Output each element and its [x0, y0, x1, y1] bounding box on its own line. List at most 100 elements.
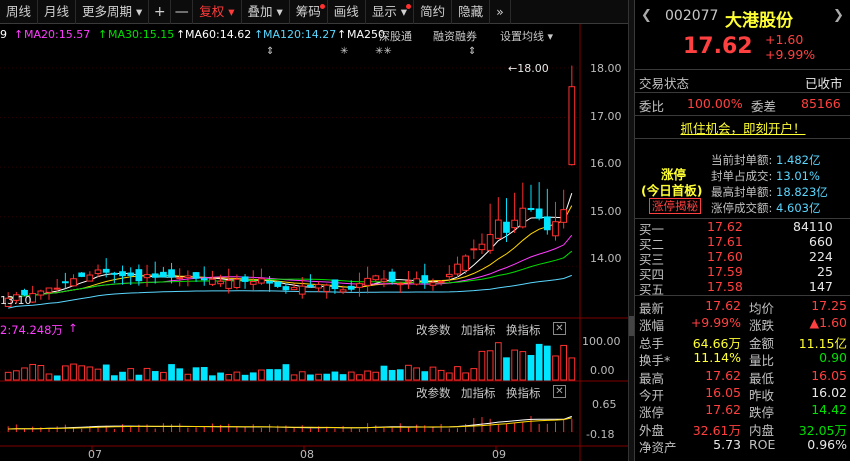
open-account-ad[interactable]: 抓住机会，即刻开户！ — [635, 118, 850, 137]
macd-close-icon[interactable]: ✕ — [553, 385, 566, 398]
stat-value: 17.62 — [705, 402, 741, 418]
candle-body — [560, 209, 568, 223]
candle-body — [217, 280, 224, 285]
price-change-pct: +9.99% — [765, 47, 816, 62]
price-axis-label: 16.00 — [590, 157, 622, 170]
price-summary: 17.62 +1.60 +9.99% — [635, 32, 850, 64]
next-stock-icon[interactable]: ❯ — [833, 8, 844, 23]
current-price: 17.62 — [683, 34, 753, 59]
volume-ma-label: 2:74.248万 — [0, 323, 63, 337]
volume-bar — [12, 370, 20, 381]
volume-bar — [445, 372, 453, 381]
macd-add-indicator-button[interactable]: 加指标 — [461, 385, 496, 401]
event-marker-icon[interactable]: ✳ — [340, 46, 348, 57]
candle-body — [258, 278, 265, 284]
candle-body — [127, 272, 135, 276]
candle-body — [462, 255, 469, 271]
candle-body — [37, 290, 45, 296]
bid-row[interactable]: 买一 17.62 84110 — [635, 219, 850, 237]
candle-body — [339, 289, 347, 293]
candle-body — [429, 282, 437, 286]
limit-up-details: 当前封单额: 1.482亿 封单占成交: 13.01% 最高封单额: 18.82… — [711, 153, 828, 215]
event-marker-icon[interactable]: ✳✳ — [375, 46, 392, 57]
macd-switch-indicator-button[interactable]: 换指标 — [506, 385, 541, 401]
bid-row[interactable]: 买三 17.60 224 — [635, 249, 850, 267]
candle-body — [511, 219, 519, 229]
limit-up-reveal-button[interactable]: 涨停揭秘 — [649, 198, 701, 214]
stat-label: 内盘 — [749, 422, 775, 438]
candle-body — [494, 219, 502, 239]
volume-change-params-button[interactable]: 改参数 — [416, 322, 451, 338]
volume-switch-indicator-button[interactable]: 换指标 — [506, 322, 541, 338]
candle-body — [413, 278, 420, 285]
candle-body — [70, 278, 77, 287]
volume-bar — [127, 368, 135, 381]
order-ratio-value: 100.00% — [687, 96, 743, 111]
volume-bar — [233, 371, 241, 381]
stat-value: 17.62 — [705, 298, 741, 313]
candle-body — [568, 86, 576, 166]
macd-change-params-button[interactable]: 改参数 — [416, 385, 451, 401]
volume-bar — [37, 365, 45, 381]
price-change: +1.60 — [765, 32, 804, 47]
volume-bar — [429, 366, 437, 381]
stat-row: 涨停 17.62 跌停 14.42 — [635, 402, 850, 420]
stat-value: 32.05万 — [798, 422, 847, 438]
stat-row: 最新 17.62 均价 17.25 — [635, 298, 850, 316]
event-marker-icon[interactable]: ⇕ — [266, 46, 274, 57]
stock-name: 大港股份 — [725, 11, 793, 31]
volume-bar — [192, 367, 200, 381]
stat-label: 今开 — [639, 388, 665, 403]
price-axis-label: 18.00 — [590, 62, 622, 75]
stat-value: ▲1.60 — [809, 315, 847, 331]
volume-bar — [396, 369, 404, 381]
stat-value: +9.99% — [690, 315, 741, 331]
volume-bar — [356, 374, 363, 381]
stat-row: 总手 64.66万 金额 11.15亿 — [635, 333, 850, 351]
candle-body — [86, 274, 94, 282]
candle-body — [102, 268, 110, 273]
volume-axis-label: 100.00 — [582, 335, 621, 348]
stat-value: 16.02 — [811, 385, 847, 400]
stat-value: 11.14% — [693, 350, 741, 366]
volume-bar — [388, 369, 396, 381]
volume-bar — [307, 374, 314, 381]
volume-bar — [119, 371, 126, 381]
volume-bar — [331, 371, 339, 381]
candle-body — [209, 278, 216, 285]
stat-value: 5.73 — [713, 437, 741, 453]
volume-bar — [454, 366, 461, 381]
volume-add-indicator-button[interactable]: 加指标 — [461, 322, 496, 338]
x-axis-label: 07 — [88, 448, 102, 461]
volume-bar — [339, 374, 347, 381]
candle-body — [331, 279, 339, 290]
volume-bar — [290, 374, 298, 381]
trade-status-value: 已收市 — [805, 76, 843, 91]
volume-bar — [143, 367, 151, 381]
candle-body — [225, 280, 233, 289]
bid-row[interactable]: 买四 17.59 25 — [635, 264, 850, 282]
high-price-marker: ←18.00 — [508, 62, 549, 75]
bid-row[interactable]: 买五 17.58 147 — [635, 279, 850, 297]
bid-row[interactable]: 买二 17.61 660 — [635, 234, 850, 252]
stat-label: 金额 — [749, 335, 775, 351]
stock-header: ❮ 002077 大港股份 ❯ — [635, 6, 850, 31]
prev-stock-icon[interactable]: ❮ — [641, 8, 652, 23]
volume-bar — [380, 365, 388, 381]
volume-bar — [53, 375, 61, 381]
candle-body — [503, 221, 510, 233]
volume-close-icon[interactable]: ✕ — [553, 322, 566, 335]
candle-body — [119, 271, 126, 277]
stat-value: 17.62 — [705, 367, 741, 383]
candle-body — [486, 234, 494, 251]
stat-value: 16.05 — [811, 367, 847, 383]
volume-bar — [282, 364, 290, 381]
candle-body — [61, 281, 69, 284]
stat-value: 11.15亿 — [798, 335, 847, 351]
candle-body — [111, 272, 118, 275]
event-marker-icon[interactable]: ⇕ — [468, 46, 476, 57]
stat-label: 量比 — [749, 353, 775, 369]
volume-bar — [552, 355, 559, 381]
volume-bar — [94, 368, 102, 381]
volume-bar — [519, 351, 527, 381]
